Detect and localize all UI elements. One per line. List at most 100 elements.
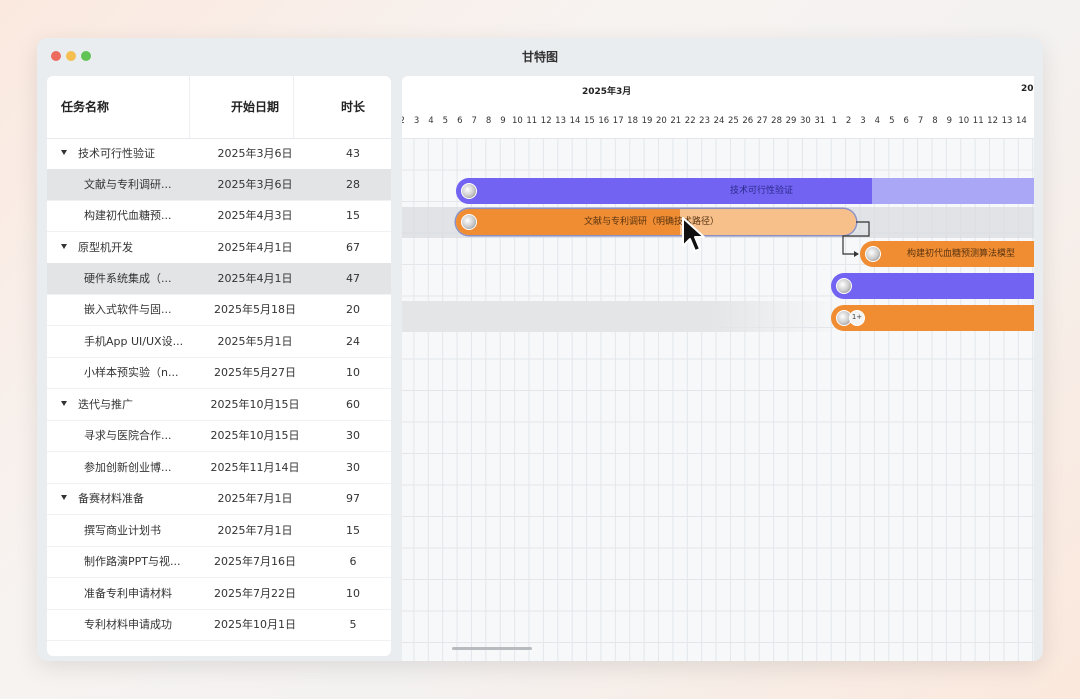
collapse-caret-icon[interactable] bbox=[61, 495, 67, 500]
task-duration: 60 bbox=[346, 398, 360, 411]
day-label: 8 bbox=[932, 116, 938, 126]
day-label: 29 bbox=[785, 116, 797, 126]
gantt-timeline: 2025年3月 202 2345678910111213141516171819… bbox=[402, 76, 1034, 661]
task-name: 专利材料申请成功 bbox=[84, 618, 172, 631]
header-start-date[interactable]: 开始日期 bbox=[195, 76, 315, 138]
task-start: 2025年7月22日 bbox=[214, 587, 296, 600]
table-row[interactable]: 构建初代血糖预... 2025年4月3日 15 bbox=[47, 200, 391, 232]
task-start: 2025年4月1日 bbox=[217, 241, 293, 254]
day-label: 2 bbox=[402, 116, 405, 126]
day-label: 19 bbox=[641, 116, 653, 126]
day-label: 13 bbox=[1001, 116, 1013, 126]
table-row[interactable]: 手机App UI/UX设... 2025年5月1日 24 bbox=[47, 326, 391, 358]
task-start: 2025年7月16日 bbox=[214, 555, 296, 568]
column-divider[interactable] bbox=[189, 76, 190, 138]
task-name: 寻求与医院合作... bbox=[84, 429, 172, 442]
gantt-bar-literature[interactable]: 文献与专利调研（明确技术路径） bbox=[456, 209, 856, 235]
table-row[interactable]: 撰写商业计划书 2025年7月1日 15 bbox=[47, 515, 391, 547]
day-label: 10 bbox=[511, 116, 523, 126]
task-start: 2025年5月27日 bbox=[214, 366, 296, 379]
header-duration[interactable]: 时长 bbox=[315, 76, 391, 138]
day-label: 5 bbox=[889, 116, 895, 126]
task-start: 2025年10月1日 bbox=[214, 618, 296, 631]
task-start: 2025年5月18日 bbox=[214, 303, 296, 316]
month-label: 202 bbox=[1021, 84, 1034, 94]
day-label: 31 bbox=[814, 116, 826, 126]
assignee-avatar[interactable] bbox=[865, 246, 881, 262]
task-duration: 30 bbox=[346, 429, 360, 442]
task-start: 2025年10月15日 bbox=[210, 398, 300, 411]
table-row[interactable]: 文献与专利调研... 2025年3月6日 28 bbox=[47, 169, 391, 201]
bar-progress bbox=[456, 178, 873, 204]
task-start: 2025年7月1日 bbox=[217, 492, 293, 505]
more-assignees-badge[interactable]: 1+ bbox=[849, 310, 865, 326]
task-start: 2025年4月3日 bbox=[217, 209, 293, 222]
task-name: 文献与专利调研... bbox=[84, 178, 172, 191]
gantt-bar-hardware[interactable]: 1+ bbox=[831, 305, 1034, 331]
day-label: 20 bbox=[655, 116, 667, 126]
gantt-bar-feasibility[interactable]: 技术可行性验证 bbox=[456, 178, 1034, 204]
day-label: 4 bbox=[428, 116, 434, 126]
day-label: 3 bbox=[413, 116, 420, 126]
day-label: 11 bbox=[526, 116, 538, 126]
task-duration: 97 bbox=[346, 492, 360, 505]
table-row[interactable]: 技术可行性验证 2025年3月6日 43 bbox=[47, 138, 391, 170]
day-label: 11 bbox=[972, 116, 984, 126]
task-name: 原型机开发 bbox=[78, 241, 133, 254]
day-label: 14 bbox=[569, 116, 581, 126]
task-duration: 10 bbox=[346, 366, 360, 379]
table-row[interactable]: 硬件系统集成（... 2025年4月1日 47 bbox=[47, 263, 391, 295]
day-label: 9 bbox=[500, 116, 506, 126]
task-name: 小样本预实验（n... bbox=[84, 366, 179, 379]
day-label: 25 bbox=[727, 116, 739, 126]
assignee-avatar[interactable] bbox=[836, 278, 852, 294]
task-name: 撰写商业计划书 bbox=[84, 524, 161, 537]
day-label: 28 bbox=[771, 116, 782, 126]
task-duration: 67 bbox=[346, 241, 360, 254]
day-label: 22 bbox=[684, 116, 696, 126]
task-start: 2025年3月6日 bbox=[217, 178, 293, 191]
assignee-avatar[interactable] bbox=[461, 183, 477, 199]
gantt-bar-prototype[interactable] bbox=[831, 273, 1034, 299]
table-row[interactable]: 准备专利申请材料 2025年7月22日 10 bbox=[47, 578, 391, 610]
selected-row-highlight bbox=[402, 301, 842, 332]
table-row[interactable]: 制作路演PPT与视... 2025年7月16日 6 bbox=[47, 546, 391, 578]
task-name: 参加创新创业博... bbox=[84, 461, 172, 474]
task-duration: 24 bbox=[346, 335, 360, 348]
day-label: 12 bbox=[987, 116, 998, 126]
collapse-caret-icon[interactable] bbox=[61, 401, 67, 406]
table-row[interactable]: 小样本预实验（n... 2025年5月27日 10 bbox=[47, 357, 391, 389]
collapse-caret-icon[interactable] bbox=[61, 244, 67, 249]
table-row[interactable]: 迭代与推广 2025年10月15日 60 bbox=[47, 389, 391, 421]
day-label: 21 bbox=[670, 116, 682, 126]
task-duration: 47 bbox=[346, 272, 360, 285]
day-label: 2 bbox=[845, 116, 852, 126]
gantt-bar-model[interactable]: 构建初代血糖预测算法模型 bbox=[860, 241, 1034, 267]
table-row[interactable]: 寻求与医院合作... 2025年10月15日 30 bbox=[47, 420, 391, 452]
task-name: 迭代与推广 bbox=[78, 398, 133, 411]
day-label: 16 bbox=[598, 116, 610, 126]
day-label: 4 bbox=[874, 116, 881, 126]
app-window: 甘特图 任务名称 开始日期 时长 技术可行性验证 2025年3月6日 43 文献… bbox=[37, 38, 1043, 661]
column-divider[interactable] bbox=[293, 76, 294, 138]
horizontal-scrollbar[interactable] bbox=[452, 647, 532, 650]
task-name: 硬件系统集成（... bbox=[84, 272, 172, 285]
day-label: 3 bbox=[860, 116, 866, 126]
task-name: 准备专利申请材料 bbox=[84, 587, 172, 600]
task-duration: 15 bbox=[346, 209, 360, 222]
table-row[interactable]: 备赛材料准备 2025年7月1日 97 bbox=[47, 483, 391, 515]
task-duration: 30 bbox=[346, 461, 360, 474]
collapse-caret-icon[interactable] bbox=[61, 150, 67, 155]
task-duration: 43 bbox=[346, 147, 360, 160]
table-row[interactable]: 原型机开发 2025年4月1日 67 bbox=[47, 232, 391, 264]
task-start: 2025年3月6日 bbox=[217, 147, 293, 160]
table-row[interactable]: 嵌入式软件与固... 2025年5月18日 20 bbox=[47, 294, 391, 326]
assignee-avatar[interactable] bbox=[461, 214, 477, 230]
task-duration: 6 bbox=[349, 555, 357, 568]
table-row[interactable]: 参加创新创业博... 2025年11月14日 30 bbox=[47, 452, 391, 484]
table-row[interactable]: 专利材料申请成功 2025年10月1日 5 bbox=[47, 609, 391, 641]
task-name: 构建初代血糖预... bbox=[84, 209, 172, 222]
day-header: 2 3 4 5 6 7 8 9 10 11 12 13 14 15 16 17 18 19 20 21 22 23 24 25… bbox=[402, 106, 1034, 139]
header-task-name[interactable]: 任务名称 bbox=[61, 76, 109, 138]
task-duration: 15 bbox=[346, 524, 360, 537]
